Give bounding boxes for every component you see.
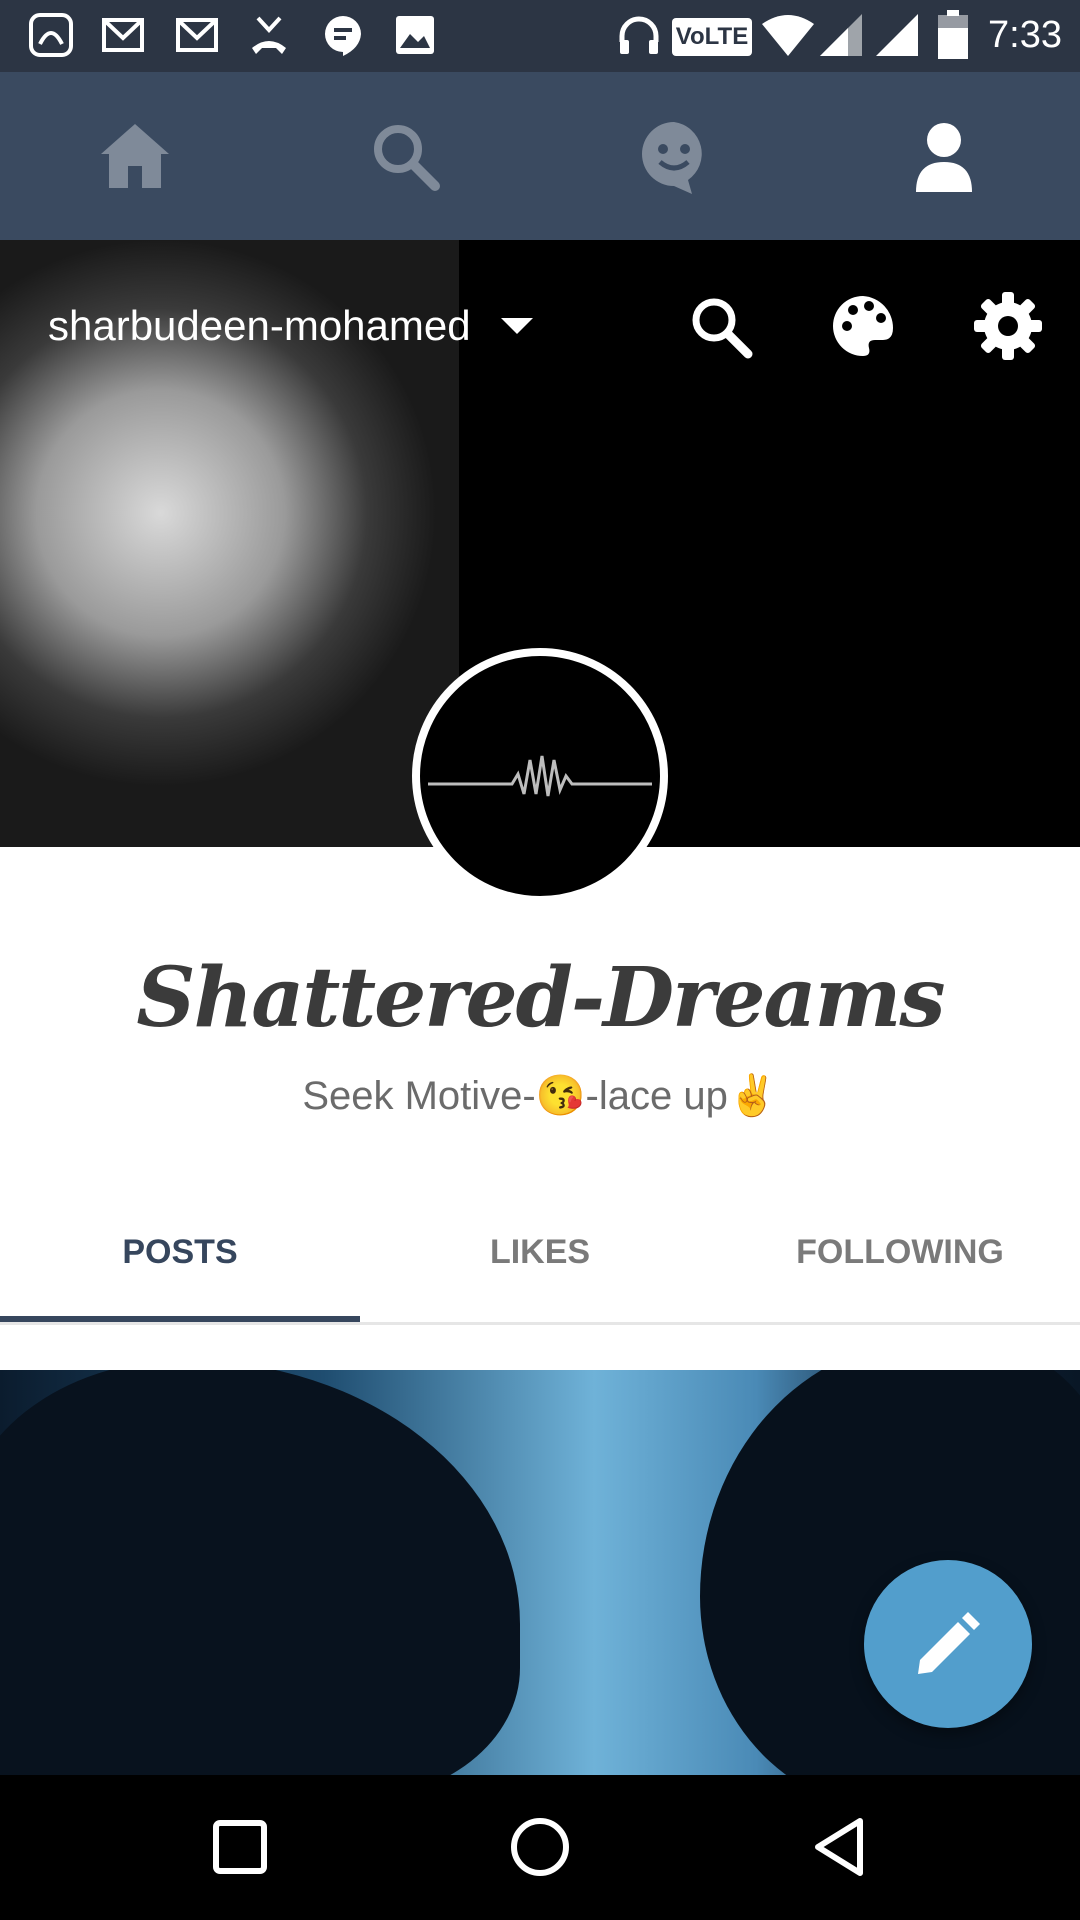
blog-description: Seek Motive-😘-lace up✌️ xyxy=(302,1074,778,1118)
signal-icon xyxy=(876,14,918,56)
tab-following[interactable]: FOLLOWING xyxy=(720,1192,1080,1322)
chevron-down-icon xyxy=(500,318,533,334)
blog-search-icon[interactable] xyxy=(684,290,756,362)
messages-icon[interactable] xyxy=(634,116,714,196)
volte-icon: VoLTE xyxy=(672,18,752,56)
gear-icon[interactable] xyxy=(972,290,1044,362)
status-time: 7:33 xyxy=(988,14,1062,56)
recents-icon[interactable] xyxy=(204,1811,276,1883)
blog-switcher[interactable]: sharbudeen-mohamed xyxy=(48,302,533,350)
missed-call-icon xyxy=(252,16,286,54)
saavn-icon xyxy=(29,13,73,57)
tab-posts[interactable]: POSTS xyxy=(0,1192,360,1322)
profile-tabs: POSTS LIKES FOLLOWING xyxy=(0,1192,1080,1325)
status-bar: VoLTE 7:33 xyxy=(0,0,1080,72)
signal-icon xyxy=(820,14,862,56)
blog-title: Shattered-Dreams xyxy=(136,950,945,1046)
search-icon[interactable] xyxy=(365,116,445,196)
system-nav-bar xyxy=(0,1775,1080,1920)
avatar-waveform xyxy=(428,755,652,797)
wifi-icon xyxy=(762,15,814,56)
blog-name: sharbudeen-mohamed xyxy=(48,302,471,349)
avatar[interactable] xyxy=(412,648,668,904)
home-icon[interactable] xyxy=(95,116,175,196)
gmail-icon xyxy=(102,18,144,52)
tab-likes[interactable]: LIKES xyxy=(360,1192,720,1322)
image-icon xyxy=(396,16,434,54)
hangouts-icon xyxy=(325,16,361,56)
active-tab-indicator xyxy=(0,1316,360,1322)
home-button-icon[interactable] xyxy=(504,1811,576,1883)
top-nav xyxy=(0,72,1080,240)
gmail-icon xyxy=(176,18,218,52)
pencil-icon xyxy=(918,1612,980,1674)
battery-icon xyxy=(938,10,968,59)
back-icon[interactable] xyxy=(804,1811,876,1883)
palette-icon[interactable] xyxy=(827,290,899,362)
account-icon[interactable] xyxy=(904,116,984,196)
compose-button[interactable] xyxy=(864,1560,1032,1728)
headphones-icon xyxy=(619,16,659,54)
